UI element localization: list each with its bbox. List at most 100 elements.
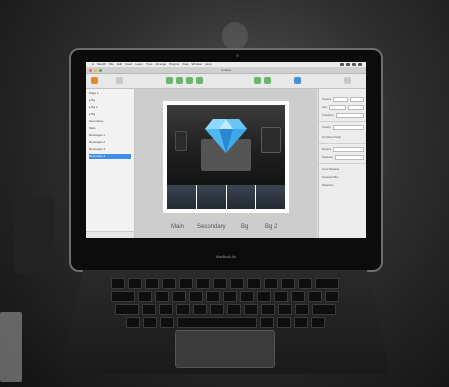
clock-icon[interactable] [352, 63, 356, 66]
width-field[interactable] [329, 104, 346, 110]
shared-style-select[interactable]: No Shared Style [322, 136, 341, 139]
shadow-field[interactable] [334, 154, 364, 160]
key [277, 304, 292, 315]
key [274, 291, 288, 302]
background-paper [0, 312, 22, 382]
key [179, 278, 193, 289]
insert-icon[interactable] [91, 77, 98, 84]
background-dark-object [14, 198, 54, 273]
trackpad [175, 330, 275, 368]
layer-item[interactable]: Secondary [89, 119, 131, 124]
key [315, 278, 339, 289]
phone-shape [175, 131, 187, 151]
mirror-icon[interactable] [294, 77, 301, 84]
key [281, 278, 295, 289]
blur-label: Gaussian Blur [322, 175, 339, 179]
key [213, 278, 227, 289]
divider [319, 163, 366, 164]
key [196, 278, 210, 289]
shared-style-row[interactable]: No Shared Style [322, 135, 364, 139]
laptop-screen: ● Sketch File Edit Insert Layer Type Arr… [86, 62, 366, 238]
shadows-row[interactable]: Shadows [322, 154, 364, 160]
key [310, 317, 325, 328]
union-icon[interactable] [166, 77, 173, 84]
layer-item[interactable]: ▸ Bg [89, 112, 131, 117]
key [141, 304, 156, 315]
key-row [90, 317, 360, 328]
layer-item[interactable]: Main [89, 126, 131, 131]
size-label: Size [322, 105, 328, 109]
position-row[interactable]: Position [322, 96, 365, 102]
forward-icon[interactable] [254, 77, 261, 84]
thumbnail[interactable] [256, 185, 285, 209]
laptop-brand: MacBook Air [216, 255, 236, 259]
divider [319, 143, 366, 144]
backward-icon[interactable] [264, 77, 271, 84]
title-bar: Untitled [86, 67, 366, 74]
key-row [90, 278, 360, 289]
canvas[interactable]: Main Secondary Bg Bg 2 [135, 89, 317, 238]
key [128, 278, 142, 289]
search-icon[interactable] [358, 63, 362, 66]
export-icon[interactable] [344, 77, 351, 84]
subtract-icon[interactable] [176, 77, 183, 84]
space-key [176, 317, 257, 328]
close-button[interactable] [89, 68, 92, 72]
key [325, 291, 339, 302]
key [172, 291, 186, 302]
layer-item[interactable]: Rectangle 1 [89, 133, 131, 138]
key [125, 317, 140, 328]
minimize-button[interactable] [94, 68, 97, 72]
blur-row[interactable]: Gaussian Blur [322, 175, 364, 179]
zoom-button[interactable] [99, 68, 102, 72]
thumbnail[interactable] [226, 185, 256, 209]
background-apple-shape [222, 22, 248, 50]
key [257, 291, 271, 302]
layer-item-selected[interactable]: Rectangle 4 [89, 154, 131, 159]
opacity-row[interactable]: Opacity [322, 124, 364, 130]
key [155, 291, 169, 302]
x-field[interactable] [333, 96, 348, 102]
battery-icon[interactable] [346, 63, 350, 66]
key [111, 278, 125, 289]
position-label: Position [322, 97, 332, 101]
window-title: Untitled [220, 68, 232, 72]
toolbar [86, 74, 366, 89]
thumbnail-row [167, 185, 285, 209]
key [175, 304, 190, 315]
border-field[interactable] [333, 146, 364, 152]
inner-shadows-row[interactable]: Inner Shadows [322, 167, 364, 171]
group-icon[interactable] [116, 77, 123, 84]
wifi-icon[interactable] [340, 63, 344, 66]
key [298, 278, 312, 289]
opacity-slider[interactable] [332, 124, 364, 130]
page-item[interactable]: Page 1 [89, 91, 131, 96]
key [260, 304, 275, 315]
shadows-label: Shadows [322, 155, 333, 159]
sketch-window: Untitled Page 1 ▸ Bg ▸ Bg 2 ▸ Bg Seconda… [86, 67, 366, 238]
key [145, 278, 159, 289]
key [192, 304, 207, 315]
difference-icon[interactable] [196, 77, 203, 84]
reflection-row[interactable]: Reflection [322, 183, 364, 187]
layer-item[interactable]: ▸ Bg 2 [89, 105, 131, 110]
key [259, 317, 274, 328]
layer-item[interactable]: Rectangle 3 [89, 147, 131, 152]
layer-item[interactable]: ▸ Bg [89, 98, 131, 103]
thumbnail[interactable] [196, 185, 226, 209]
intersect-icon[interactable] [186, 77, 193, 84]
y-field[interactable] [349, 96, 365, 102]
borders-row[interactable]: Borders [322, 146, 364, 152]
thumb-label: Secondary [197, 224, 226, 230]
inner-shadows-label: Inner Shadows [322, 167, 340, 171]
height-field[interactable] [347, 104, 365, 110]
thumbnail[interactable] [167, 185, 196, 209]
artboard[interactable] [163, 101, 289, 213]
rotate-field[interactable] [335, 112, 364, 118]
key [311, 304, 336, 315]
size-row[interactable]: Size [322, 104, 365, 110]
layer-item[interactable]: Rectangle 2 [89, 140, 131, 145]
key [264, 278, 278, 289]
transform-row[interactable]: Transform [322, 112, 364, 118]
tablet-shape [261, 127, 281, 153]
